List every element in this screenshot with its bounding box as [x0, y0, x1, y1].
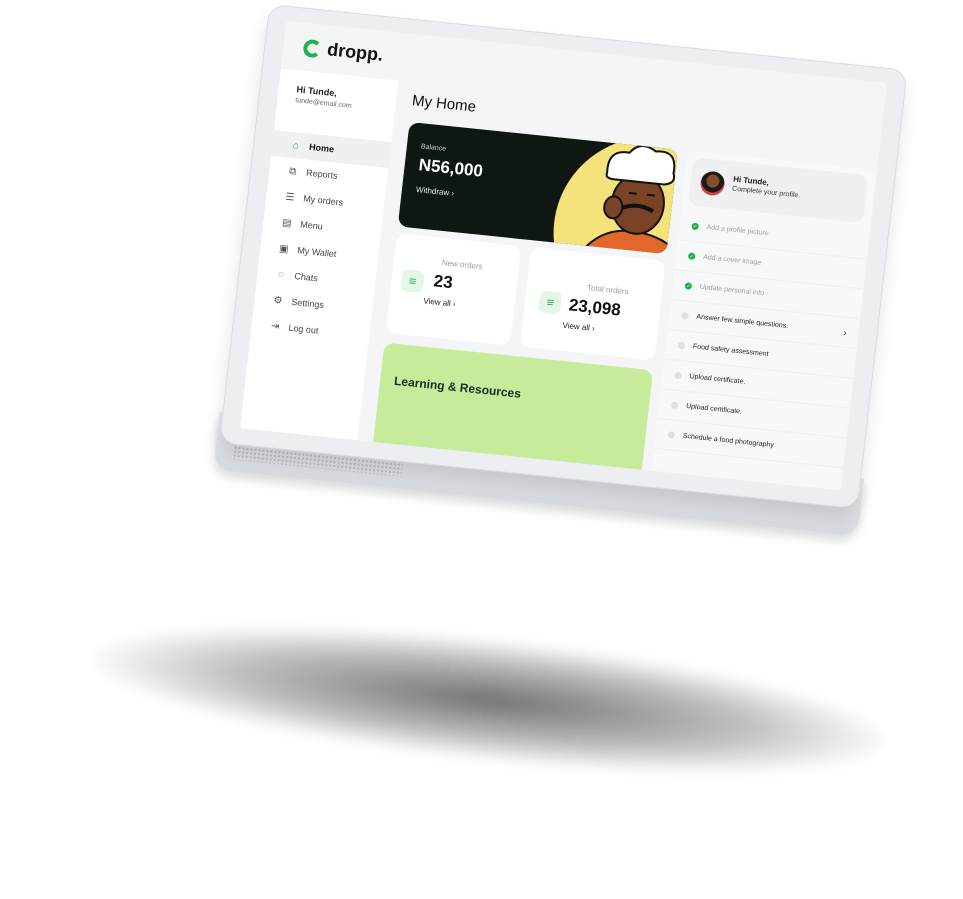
total-orders-label: Total orders	[586, 283, 630, 297]
chart-icon: ⧉	[288, 165, 297, 178]
new-orders-card: ≡ New orders 23 View all ›	[385, 233, 522, 346]
gear-icon: ⚙	[272, 294, 284, 307]
brand-name: dropp.	[326, 39, 385, 65]
sidebar-item-label: Home	[308, 141, 335, 155]
balance-amount: N56,000	[417, 155, 484, 181]
pending-dot-icon	[681, 311, 689, 320]
user-greeting: Hi Tunde, tunde@email.com	[295, 84, 353, 110]
withdraw-link[interactable]: Withdraw ›	[416, 185, 455, 198]
task-label: Upload certificate.	[685, 402, 743, 416]
learning-resources-card[interactable]: Learning & Resources	[372, 342, 654, 480]
orders-icon: ☰	[284, 191, 295, 203]
sidebar-nav: ⌂ Home ⧉ Reports ☰ My orders ▤ Menu ▣ My…	[250, 130, 392, 349]
check-icon: ✓	[687, 252, 696, 261]
new-orders-label: New orders	[441, 258, 484, 272]
profile-column: Hi Tunde, Complete your profile. ✓ Add a…	[649, 150, 878, 491]
chat-icon: ◌	[277, 268, 285, 281]
total-orders-card: ≡ Total orders 23,098 View all ›	[519, 247, 666, 361]
sidebar-item-label: Reports	[305, 167, 339, 181]
main-content: My Home Balance N56,000 Withdraw › ≡ New…	[363, 81, 881, 491]
brand-logo[interactable]: dropp.	[302, 37, 384, 66]
profile-task-list: ✓ Add a profile picture ✓ Add a cover im…	[654, 210, 871, 469]
chevron-right-icon: ›	[842, 327, 848, 338]
pending-dot-icon	[670, 401, 679, 410]
check-icon: ✓	[691, 222, 700, 231]
wallet-icon: ▣	[278, 242, 290, 255]
task-label: Schedule a food photography	[682, 432, 775, 450]
check-icon: ✓	[684, 282, 693, 290]
avatar	[699, 170, 726, 197]
pending-dot-icon	[677, 341, 686, 350]
total-orders-value: 23,098	[567, 295, 622, 320]
device-stage: dropp. Hi Tunde, tunde@email.com ⌂ Home …	[179, 5, 963, 899]
sidebar-item-label: Chats	[293, 270, 319, 284]
learning-title: Learning & Resources	[393, 373, 522, 401]
total-orders-view-all[interactable]: View all ›	[562, 321, 595, 333]
tablet-frame: dropp. Hi Tunde, tunde@email.com ⌂ Home …	[220, 5, 907, 508]
home-icon: ⌂	[292, 139, 300, 152]
total-orders-stat-icon: ≡	[537, 290, 563, 315]
menu-icon: ▤	[281, 216, 293, 229]
sidebar-item-label: Settings	[290, 296, 325, 311]
page-title: My Home	[411, 92, 477, 116]
sidebar-item-label: My orders	[302, 193, 344, 208]
sidebar-item-label: Log out	[287, 322, 320, 336]
task-label: Add a profile picture	[706, 224, 769, 238]
new-orders-value: 23	[432, 271, 454, 293]
balance-card: Balance N56,000 Withdraw ›	[397, 121, 679, 255]
task-label: Answer few simple questions.	[695, 313, 789, 330]
sidebar-item-label: My Wallet	[296, 245, 337, 260]
pending-dot-icon	[674, 371, 683, 380]
profile-subtitle: Complete your profile.	[731, 185, 801, 200]
new-orders-view-all[interactable]: View all ›	[423, 296, 456, 308]
orders-stat-icon: ≡	[400, 269, 425, 294]
task-label: Update personal info	[699, 283, 765, 298]
task-label: Food safety assessment	[692, 343, 769, 359]
app-screen: dropp. Hi Tunde, tunde@email.com ⌂ Home …	[239, 20, 888, 491]
logo-mark-icon	[302, 38, 323, 58]
pending-dot-icon	[667, 431, 676, 439]
logout-icon: ⇥	[270, 320, 280, 333]
chef-illustration	[553, 137, 679, 255]
task-label: Upload certificate.	[689, 373, 746, 386]
task-label: Add a cover image	[702, 253, 762, 267]
sidebar-item-label: Menu	[299, 219, 324, 232]
balance-label: Balance	[420, 143, 447, 153]
